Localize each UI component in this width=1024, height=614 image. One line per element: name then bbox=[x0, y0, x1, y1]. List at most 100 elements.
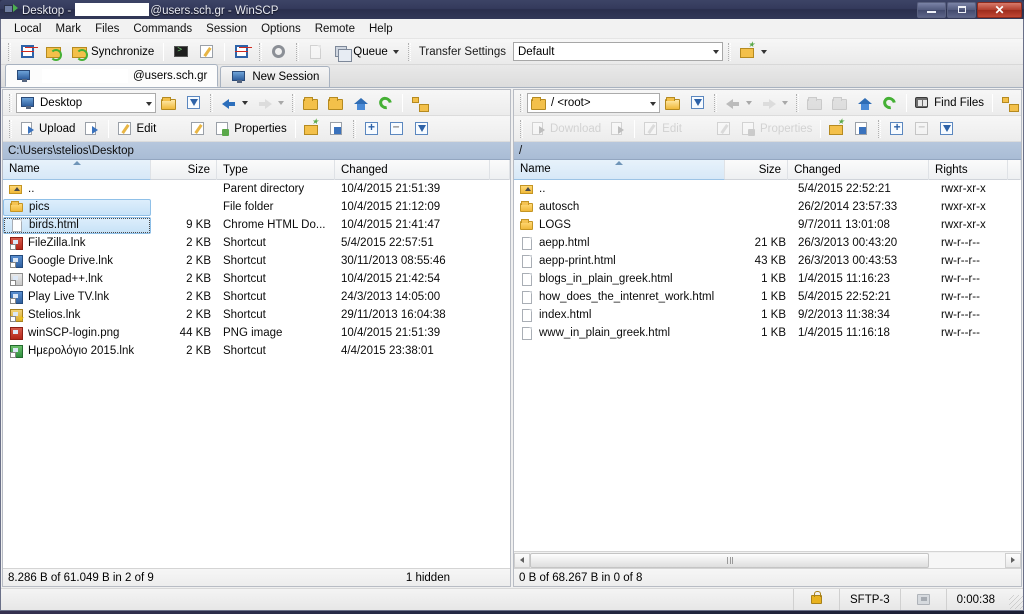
remote-home-directory-button[interactable] bbox=[853, 92, 877, 114]
table-row[interactable]: aepp.html 21 KB 26/3/2013 00:43:20 rw-r--r-… bbox=[514, 234, 1021, 252]
remote-column-name[interactable]: Name bbox=[514, 159, 725, 180]
remote-create-directory-button[interactable] bbox=[825, 117, 849, 140]
new-session-tab[interactable]: New Session bbox=[220, 66, 331, 87]
toolbar-grip[interactable] bbox=[9, 93, 12, 112]
remote-column-size[interactable]: Size bbox=[725, 159, 789, 180]
remote-selection-options-button[interactable] bbox=[935, 118, 959, 140]
refresh-button[interactable] bbox=[230, 41, 254, 63]
toolbar-grip[interactable] bbox=[296, 42, 300, 61]
file-name-cell[interactable]: index.html bbox=[514, 307, 728, 324]
local-filter-button[interactable] bbox=[182, 92, 206, 114]
menu-files[interactable]: Files bbox=[88, 21, 126, 37]
toolbar-grip[interactable] bbox=[520, 119, 523, 138]
file-name-cell[interactable]: aepp.html bbox=[514, 235, 728, 252]
table-row[interactable]: Notepad++.lnk 2 KB Shortcut 10/4/2015 21:42… bbox=[3, 270, 510, 288]
toolbar-grip[interactable] bbox=[727, 42, 731, 61]
delete-button[interactable] bbox=[161, 118, 185, 140]
file-name-cell[interactable]: pics bbox=[3, 198, 151, 216]
edit-button[interactable]: Edit bbox=[113, 118, 160, 140]
file-name-cell[interactable]: FileZilla.lnk bbox=[3, 235, 151, 252]
download-options-button[interactable] bbox=[606, 118, 630, 140]
create-directory-button[interactable] bbox=[300, 117, 324, 140]
preferences-button[interactable] bbox=[267, 41, 291, 63]
toolbar-grip[interactable] bbox=[9, 119, 12, 138]
table-row[interactable]: .. Parent directory 10/4/2015 21:51:39 bbox=[3, 180, 510, 198]
download-button[interactable]: Download bbox=[527, 118, 605, 140]
toolbar-grip[interactable] bbox=[878, 119, 882, 138]
file-name-cell[interactable]: blogs_in_plain_greek.html bbox=[514, 271, 728, 288]
table-row[interactable]: FileZilla.lnk 2 KB Shortcut 5/4/2015 22:57:… bbox=[3, 234, 510, 252]
table-row[interactable]: index.html 1 KB 9/2/2013 11:38:34 rw-r--r-- bbox=[514, 306, 1021, 324]
file-name-cell[interactable]: Play Live TV.lnk bbox=[3, 289, 151, 306]
close-button[interactable]: ✕ bbox=[977, 1, 1022, 18]
local-column-size[interactable]: Size bbox=[151, 159, 217, 180]
local-column-type[interactable]: Type bbox=[217, 159, 335, 180]
remote-path-bar[interactable]: / bbox=[514, 142, 1021, 160]
table-row[interactable]: Google Drive.lnk 2 KB Shortcut 30/11/2013 0… bbox=[3, 252, 510, 270]
network-activity-indicator[interactable] bbox=[901, 589, 947, 610]
table-row[interactable]: winSCP-login.png 44 KB PNG image 10/4/2015 … bbox=[3, 324, 510, 342]
toolbar-grip[interactable] bbox=[520, 93, 523, 112]
menu-commands[interactable]: Commands bbox=[126, 21, 199, 37]
remote-path-combo[interactable]: / <root> bbox=[526, 92, 661, 113]
open-putty-button[interactable] bbox=[195, 41, 219, 63]
menu-mark[interactable]: Mark bbox=[49, 21, 89, 37]
scroll-track[interactable] bbox=[530, 552, 1005, 568]
remote-column-owner[interactable] bbox=[1008, 159, 1021, 180]
table-row[interactable]: Ημερολόγιο 2015.lnk 2 KB Shortcut 4/4/2015 … bbox=[3, 342, 510, 360]
file-name-cell[interactable]: Notepad++.lnk bbox=[3, 271, 151, 288]
toolbar-grip[interactable] bbox=[714, 93, 718, 112]
remote-unselect-files-button[interactable] bbox=[910, 118, 934, 140]
scroll-thumb[interactable] bbox=[530, 552, 929, 568]
selection-options-button[interactable] bbox=[410, 118, 434, 140]
chevron-down-icon[interactable] bbox=[746, 100, 753, 105]
toolbar-grip[interactable] bbox=[352, 119, 356, 138]
table-row[interactable]: Play Live TV.lnk 2 KB Shortcut 24/3/2013 14… bbox=[3, 288, 510, 306]
maximize-button[interactable] bbox=[947, 1, 976, 18]
remote-edit-button[interactable]: Edit bbox=[639, 118, 686, 140]
local-directory-tree-button[interactable] bbox=[407, 92, 431, 114]
toolbar-grip[interactable] bbox=[259, 42, 263, 61]
table-row[interactable]: birds.html 9 KB Chrome HTML Do... 10/4/2015… bbox=[3, 216, 510, 234]
properties-button[interactable]: Properties bbox=[211, 118, 290, 140]
table-row[interactable]: how_does_the_intenret_work.html 1 KB 5/4/2… bbox=[514, 288, 1021, 306]
file-name-cell[interactable]: Ημερολόγιο 2015.lnk bbox=[3, 343, 151, 360]
chevron-down-icon[interactable] bbox=[392, 49, 399, 54]
minimize-button[interactable] bbox=[917, 1, 946, 18]
chevron-down-icon[interactable] bbox=[146, 101, 152, 106]
table-row[interactable]: pics File folder 10/4/2015 21:12:09 bbox=[3, 198, 510, 216]
upload-options-button[interactable] bbox=[80, 118, 104, 140]
scroll-right-button[interactable] bbox=[1005, 552, 1021, 568]
file-name-cell[interactable]: aepp-print.html bbox=[514, 253, 728, 270]
upload-button[interactable]: Upload bbox=[16, 118, 79, 140]
table-row[interactable]: LOGS 9/7/2011 13:01:08 rwxr-xr-x bbox=[514, 216, 1021, 234]
toolbar-grip[interactable] bbox=[407, 42, 411, 61]
remote-forward-button[interactable] bbox=[757, 92, 792, 114]
transfer-settings-combo[interactable]: Default bbox=[512, 42, 723, 61]
remote-open-directory-button[interactable] bbox=[661, 92, 685, 114]
rename-button[interactable] bbox=[186, 118, 210, 140]
remote-create-link-button[interactable] bbox=[850, 118, 874, 140]
remote-horizontal-scrollbar[interactable] bbox=[514, 551, 1021, 568]
remote-filter-button[interactable] bbox=[686, 92, 710, 114]
protocol-indicator[interactable]: SFTP-3 bbox=[840, 589, 901, 610]
local-path-bar[interactable]: C:\Users\stelios\Desktop bbox=[3, 142, 510, 160]
file-name-cell[interactable]: birds.html bbox=[3, 216, 151, 234]
remote-column-changed[interactable]: Changed bbox=[788, 159, 930, 180]
table-row[interactable]: www_in_plain_greek.html 1 KB 1/4/2015 11:1… bbox=[514, 324, 1021, 342]
local-home-directory-button[interactable] bbox=[349, 92, 373, 114]
create-link-button[interactable] bbox=[325, 118, 349, 140]
remote-refresh-button[interactable] bbox=[878, 92, 902, 114]
toolbar-grip[interactable] bbox=[8, 42, 11, 61]
select-files-button[interactable] bbox=[360, 118, 384, 140]
chevron-down-icon[interactable] bbox=[782, 100, 789, 105]
local-column-name[interactable]: Name bbox=[3, 159, 151, 180]
local-path-combo[interactable]: Desktop bbox=[16, 92, 156, 113]
menu-options[interactable]: Options bbox=[254, 21, 308, 37]
file-name-cell[interactable]: .. bbox=[3, 181, 151, 198]
local-root-directory-button[interactable] bbox=[324, 92, 348, 114]
file-name-cell[interactable]: winSCP-login.png bbox=[3, 325, 151, 342]
synchronize-button[interactable]: Synchronize bbox=[68, 41, 158, 63]
table-row[interactable]: ★ Stelios.lnk 2 KB Shortcut 29/11/2013 16:04… bbox=[3, 306, 510, 324]
new-session-toolbar-button[interactable] bbox=[736, 40, 771, 63]
